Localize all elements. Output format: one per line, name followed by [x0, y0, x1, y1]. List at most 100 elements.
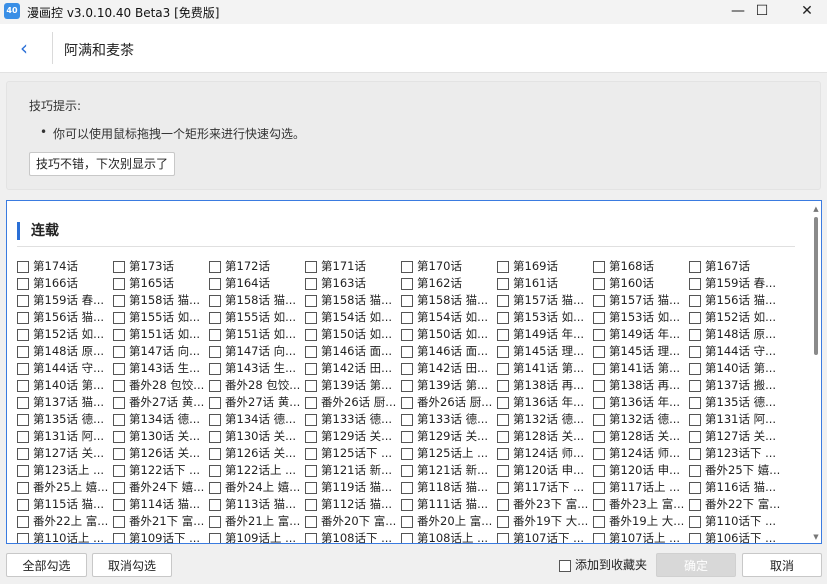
chapter-checkbox[interactable]	[593, 465, 605, 477]
chapter-item[interactable]: 第116话 猫...	[689, 479, 781, 495]
chapter-checkbox[interactable]	[113, 312, 125, 324]
chapter-item[interactable]: 第137话 猫...	[17, 394, 109, 410]
chapter-item[interactable]: 第150话 如...	[401, 326, 493, 342]
chapter-checkbox[interactable]	[17, 363, 29, 375]
chapter-item[interactable]: 第152话 如...	[17, 326, 109, 342]
chapter-item[interactable]: 第144话 守...	[17, 360, 109, 376]
chapter-checkbox[interactable]	[497, 312, 509, 324]
chapter-checkbox[interactable]	[17, 380, 29, 392]
chapter-checkbox[interactable]	[497, 431, 509, 443]
chapter-item[interactable]: 第148话 原...	[17, 343, 109, 359]
scroll-thumb[interactable]	[814, 217, 818, 355]
chapter-item[interactable]: 番外21下 富...	[113, 513, 205, 529]
chapter-checkbox[interactable]	[17, 533, 29, 543]
chapter-checkbox[interactable]	[497, 533, 509, 543]
chapter-checkbox[interactable]	[401, 329, 413, 341]
chapter-checkbox[interactable]	[497, 380, 509, 392]
chapter-item[interactable]: 第150话 如...	[305, 326, 397, 342]
chapter-item[interactable]: 第108话上 ...	[401, 530, 493, 543]
chapter-checkbox[interactable]	[593, 363, 605, 375]
chapter-checkbox[interactable]	[401, 397, 413, 409]
chapter-checkbox[interactable]	[497, 295, 509, 307]
chapter-item[interactable]: 第166话	[17, 275, 109, 291]
chapter-item[interactable]: 第117话上 ...	[593, 479, 685, 495]
chapter-item[interactable]: 番外19上 大...	[593, 513, 685, 529]
chapter-item[interactable]: 第130话 关...	[113, 428, 205, 444]
chapter-item[interactable]: 第137话 搬...	[689, 377, 781, 393]
maximize-button[interactable]: ☐	[739, 0, 785, 24]
chapter-checkbox[interactable]	[305, 261, 317, 273]
chapter-checkbox[interactable]	[689, 295, 701, 307]
chapter-checkbox[interactable]	[497, 329, 509, 341]
chapter-checkbox[interactable]	[401, 533, 413, 543]
chapter-item[interactable]: 第107话下 ...	[497, 530, 589, 543]
chapter-item[interactable]: 第132话 德...	[497, 411, 589, 427]
chapter-item[interactable]: 番外23下 富...	[497, 496, 589, 512]
chapter-item[interactable]: 第124话 师...	[593, 445, 685, 461]
chapter-checkbox[interactable]	[209, 346, 221, 358]
chapter-checkbox[interactable]	[113, 397, 125, 409]
chapter-item[interactable]: 第167话	[689, 258, 781, 274]
chapter-item[interactable]: 第143话 生...	[209, 360, 301, 376]
chapter-item[interactable]: 第122话下 ...	[113, 462, 205, 478]
chapter-item[interactable]: 第107话上 ...	[593, 530, 685, 543]
chapter-item[interactable]: 第136话 年...	[593, 394, 685, 410]
chapter-checkbox[interactable]	[113, 465, 125, 477]
chapter-item[interactable]: 第129话 关...	[305, 428, 397, 444]
chapter-checkbox[interactable]	[401, 295, 413, 307]
cancel-button[interactable]: 取消	[742, 553, 822, 577]
chapter-item[interactable]: 第106话下 ...	[689, 530, 781, 543]
close-button[interactable]: ✕	[784, 0, 827, 24]
chapter-checkbox[interactable]	[401, 516, 413, 528]
chapter-item[interactable]: 第145话 理...	[497, 343, 589, 359]
chapter-checkbox[interactable]	[305, 516, 317, 528]
chapter-checkbox[interactable]	[401, 363, 413, 375]
chapter-item[interactable]: 第127话 关...	[17, 445, 109, 461]
chapter-item[interactable]: 第112话 猫...	[305, 496, 397, 512]
chapter-checkbox[interactable]	[113, 431, 125, 443]
chapter-item[interactable]: 第115话 猫...	[17, 496, 109, 512]
chapter-checkbox[interactable]	[17, 295, 29, 307]
chapter-item[interactable]: 第152话 如...	[689, 309, 781, 325]
chapter-checkbox[interactable]	[113, 278, 125, 290]
chapter-item[interactable]: 第168话	[593, 258, 685, 274]
chapter-item[interactable]: 第146话 面...	[401, 343, 493, 359]
chapter-checkbox[interactable]	[689, 397, 701, 409]
chapter-checkbox[interactable]	[593, 499, 605, 511]
chapter-checkbox[interactable]	[689, 329, 701, 341]
chapter-item[interactable]: 番外26话 厨...	[401, 394, 493, 410]
chapter-item[interactable]: 第123话上 ...	[17, 462, 109, 478]
chapter-item[interactable]: 第153话 如...	[593, 309, 685, 325]
chapter-item[interactable]: 番外20上 富...	[401, 513, 493, 529]
chapter-checkbox[interactable]	[305, 465, 317, 477]
chapter-item[interactable]: 番外21上 富...	[209, 513, 301, 529]
chapter-checkbox[interactable]	[401, 465, 413, 477]
chapter-item[interactable]: 第119话 猫...	[305, 479, 397, 495]
chapter-item[interactable]: 第159话 春...	[689, 275, 781, 291]
deselect-all-button[interactable]: 取消勾选	[92, 553, 172, 577]
chapter-item[interactable]: 第128话 关...	[593, 428, 685, 444]
chapter-item[interactable]: 第163话	[305, 275, 397, 291]
chapter-checkbox[interactable]	[401, 499, 413, 511]
chapter-checkbox[interactable]	[689, 516, 701, 528]
chapter-item[interactable]: 第123话下 ...	[689, 445, 781, 461]
chapter-checkbox[interactable]	[17, 278, 29, 290]
chapter-checkbox[interactable]	[593, 533, 605, 543]
chapter-checkbox[interactable]	[593, 380, 605, 392]
chapter-item[interactable]: 第169话	[497, 258, 589, 274]
chapter-checkbox[interactable]	[113, 261, 125, 273]
chapter-checkbox[interactable]	[689, 499, 701, 511]
chapter-item[interactable]: 第165话	[113, 275, 205, 291]
chapter-checkbox[interactable]	[305, 482, 317, 494]
chapter-item[interactable]: 第141话 第...	[497, 360, 589, 376]
chapter-item[interactable]: 第135话 德...	[17, 411, 109, 427]
chapter-item[interactable]: 第170话	[401, 258, 493, 274]
chapter-item[interactable]: 第126话 关...	[113, 445, 205, 461]
chapter-checkbox[interactable]	[209, 448, 221, 460]
chapter-checkbox[interactable]	[305, 499, 317, 511]
chapter-checkbox[interactable]	[113, 414, 125, 426]
chapter-item[interactable]: 第109话上 ...	[209, 530, 301, 543]
chapter-item[interactable]: 番外27话 黄...	[209, 394, 301, 410]
chapter-item[interactable]: 第172话	[209, 258, 301, 274]
chapter-checkbox[interactable]	[113, 448, 125, 460]
